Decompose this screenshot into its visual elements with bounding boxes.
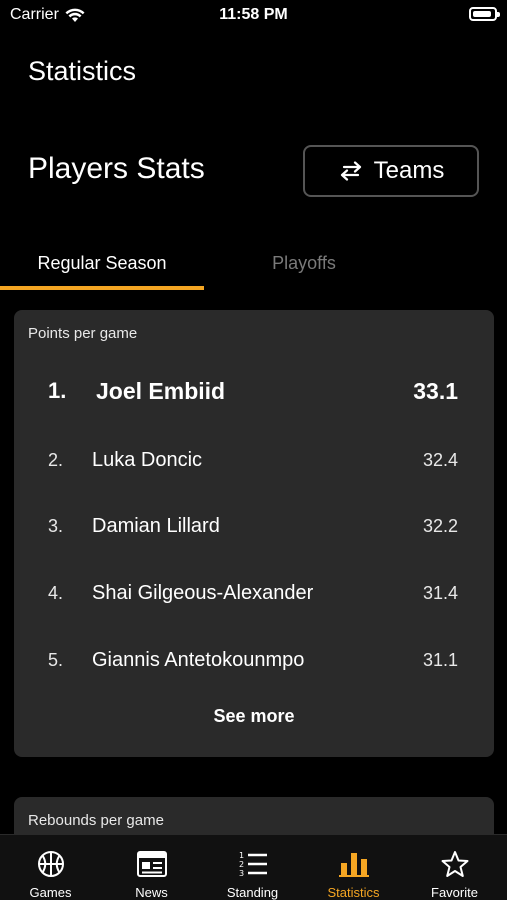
tab-playoffs[interactable]: Playoffs [204, 236, 404, 290]
season-tabs: Regular Season Playoffs [0, 236, 507, 292]
newspaper-icon [136, 849, 167, 879]
status-bar: Carrier 11:58 PM [0, 0, 507, 32]
section-title: Players Stats [28, 152, 205, 185]
tabbar-item-statistics[interactable]: Statistics [303, 835, 404, 900]
rank: 3. [48, 515, 64, 536]
points-per-game-card: Points per game 1. Joel Embiid 33.1 2. L… [14, 310, 494, 757]
leader-row[interactable]: 2. Luka Doncic 32.4 [14, 440, 494, 480]
leader-row[interactable]: 3. Damian Lillard 32.2 [14, 506, 494, 546]
rank: 2. [48, 449, 64, 470]
player-name: Damian Lillard [92, 514, 220, 537]
stat-value: 33.1 [413, 377, 458, 404]
status-time: 11:58 PM [219, 6, 288, 23]
stat-value: 32.2 [422, 515, 458, 536]
rank: 5. [48, 649, 64, 670]
bar-chart-icon [338, 849, 369, 879]
card-heading: Rebounds per game [28, 812, 164, 829]
tabbar-label: News [135, 885, 168, 900]
player-name: Giannis Antetokounmpo [92, 648, 305, 671]
bottom-tab-bar: Games News 1 2 3 Standing Statistics Fav… [0, 834, 507, 900]
battery-icon [469, 7, 500, 21]
active-tab-indicator [0, 286, 204, 290]
battery-level [473, 11, 491, 17]
card-heading: Points per game [28, 325, 138, 342]
basketball-icon [36, 849, 66, 879]
tabbar-label: Standing [226, 885, 279, 900]
leader-row[interactable]: 4. Shai Gilgeous-Alexander 31.4 [14, 573, 494, 613]
tabbar-item-standing[interactable]: 1 2 3 Standing [202, 835, 303, 900]
tabbar-label: Favorite [431, 885, 478, 900]
stat-value: 31.1 [422, 649, 458, 670]
teams-button-label: Teams [373, 157, 445, 184]
tabbar-label: Statistics [327, 885, 380, 900]
page-title: Statistics [28, 56, 137, 86]
leader-row[interactable]: 1. Joel Embiid 33.1 [14, 371, 494, 411]
see-more-button[interactable]: See more [14, 706, 494, 727]
svg-text:3: 3 [239, 869, 244, 878]
tab-label: Regular Season [37, 252, 167, 273]
star-icon [440, 849, 470, 879]
rank: 4. [48, 582, 64, 603]
tabbar-label: Games [29, 885, 72, 900]
rank: 1. [48, 378, 67, 403]
tab-regular-season[interactable]: Regular Season [0, 236, 204, 290]
stat-value: 32.4 [422, 449, 458, 470]
swap-arrows-icon [340, 161, 361, 181]
player-name: Luka Doncic [92, 448, 203, 471]
player-name: Shai Gilgeous-Alexander [92, 581, 314, 604]
svg-text:1: 1 [239, 851, 244, 860]
tabbar-item-news[interactable]: News [101, 835, 202, 900]
player-name: Joel Embiid [96, 377, 226, 404]
tabbar-item-favorite[interactable]: Favorite [404, 835, 505, 900]
tabbar-item-games[interactable]: Games [0, 835, 101, 900]
teams-button[interactable]: Teams [303, 145, 479, 197]
leader-row[interactable]: 5. Giannis Antetokounmpo 31.1 [14, 640, 494, 680]
tab-label: Playoffs [272, 252, 336, 273]
numbered-list-icon: 1 2 3 [238, 849, 268, 879]
svg-text:2: 2 [239, 860, 244, 869]
stat-value: 31.4 [422, 582, 458, 603]
